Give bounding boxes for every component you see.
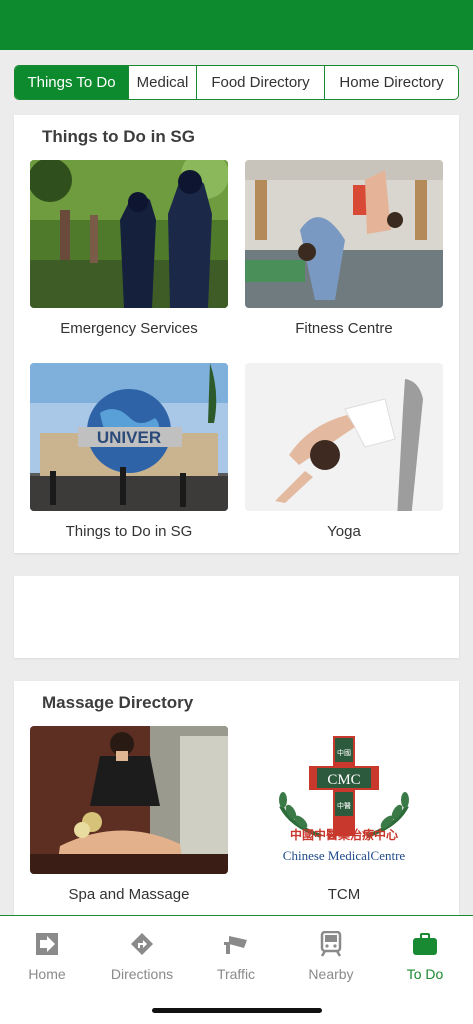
tab-things-to-do[interactable]: Things To Do <box>15 66 128 99</box>
cmc-logo-image: 中國 CMC 中醫 中國中醫藥治療中心 Chinese MedicalCentr… <box>245 726 443 874</box>
tile-label: Things to Do in SG <box>65 523 193 540</box>
tile-label: Spa and Massage <box>68 886 190 903</box>
category-tabs: Things To Do Medical Food Directory Home… <box>14 65 459 100</box>
traffic-camera-icon <box>189 930 283 958</box>
yoga-pose-image <box>245 363 443 511</box>
tile-things-to-do-in-sg[interactable]: UNIVER Things to Do in SG <box>30 363 228 540</box>
tab-home-directory[interactable]: Home Directory <box>324 66 458 99</box>
train-icon <box>284 930 378 958</box>
nav-nearby[interactable]: Nearby <box>284 930 378 982</box>
nav-home[interactable]: Home <box>0 930 94 982</box>
section-title: Massage Directory <box>42 693 194 712</box>
status-bar <box>0 0 473 50</box>
tab-food-directory[interactable]: Food Directory <box>196 66 324 99</box>
universal-globe-image: UNIVER <box>30 363 228 511</box>
massage-image <box>30 726 228 874</box>
tab-medical[interactable]: Medical <box>128 66 196 99</box>
svg-text:Chinese MedicalCentre: Chinese MedicalCentre <box>283 848 406 863</box>
svg-text:CMC: CMC <box>327 772 360 788</box>
tile-emergency-services[interactable]: Emergency Services <box>30 160 228 337</box>
tile-label: TCM <box>327 886 361 903</box>
tile-yoga[interactable]: Yoga <box>245 363 443 540</box>
nav-traffic[interactable]: Traffic <box>189 930 283 982</box>
police-officers-image <box>30 160 228 308</box>
tile-label: Fitness Centre <box>295 320 393 337</box>
blank-card <box>14 576 459 658</box>
svg-text:中國: 中國 <box>337 748 351 757</box>
arrow-right-box-icon <box>0 930 94 958</box>
tile-tcm[interactable]: 中國 CMC 中醫 中國中醫藥治療中心 Chinese MedicalCentr… <box>245 726 443 903</box>
svg-text:中醫: 中醫 <box>337 801 351 810</box>
directions-sign-icon <box>95 930 189 958</box>
tile-spa-and-massage[interactable]: Spa and Massage <box>30 726 228 903</box>
svg-text:中國中醫藥治療中心: 中國中醫藥治療中心 <box>290 827 398 842</box>
gymnastics-class-image <box>245 160 443 308</box>
svg-text:UNIVER: UNIVER <box>97 428 161 447</box>
tile-fitness-centre[interactable]: Fitness Centre <box>245 160 443 337</box>
nav-directions[interactable]: Directions <box>95 930 189 982</box>
massage-directory-card: Massage Directory Spa and Massage 中國 CMC… <box>14 681 459 915</box>
things-to-do-card: Things to Do in SG Emergency Services Fi… <box>14 115 459 553</box>
nav-to-do[interactable]: To Do <box>378 930 472 982</box>
tile-label: Emergency Services <box>60 320 198 337</box>
briefcase-icon <box>378 930 472 958</box>
tile-label: Yoga <box>327 523 361 540</box>
home-indicator <box>152 1008 322 1013</box>
section-title: Things to Do in SG <box>42 127 195 146</box>
